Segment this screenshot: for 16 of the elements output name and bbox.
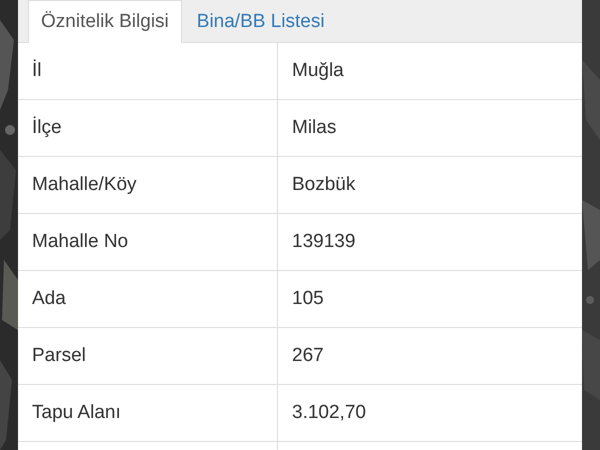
field-value: 105 (292, 286, 324, 311)
field-value: Muğla (292, 58, 344, 83)
field-label: Ada (32, 286, 66, 311)
field-value: Bozbük (292, 172, 356, 197)
tab[interactable]: Bina/BB Listesi (184, 0, 338, 43)
field-label: İl (32, 58, 42, 83)
field-value: 267 (292, 344, 324, 368)
field-label: Mahalle/Köy (32, 172, 137, 197)
field-label: Tapu Alanı (32, 400, 121, 425)
field-value: Milas (292, 116, 336, 140)
field-label: Parsel (32, 344, 86, 368)
field-value: 139139 (292, 230, 356, 254)
tab[interactable]: Öznitelik Bilgisi (28, 0, 182, 43)
field-label: İlçe (32, 116, 62, 140)
field-value: 3.102,70 (292, 400, 366, 425)
field-label: Mahalle No (32, 230, 128, 254)
